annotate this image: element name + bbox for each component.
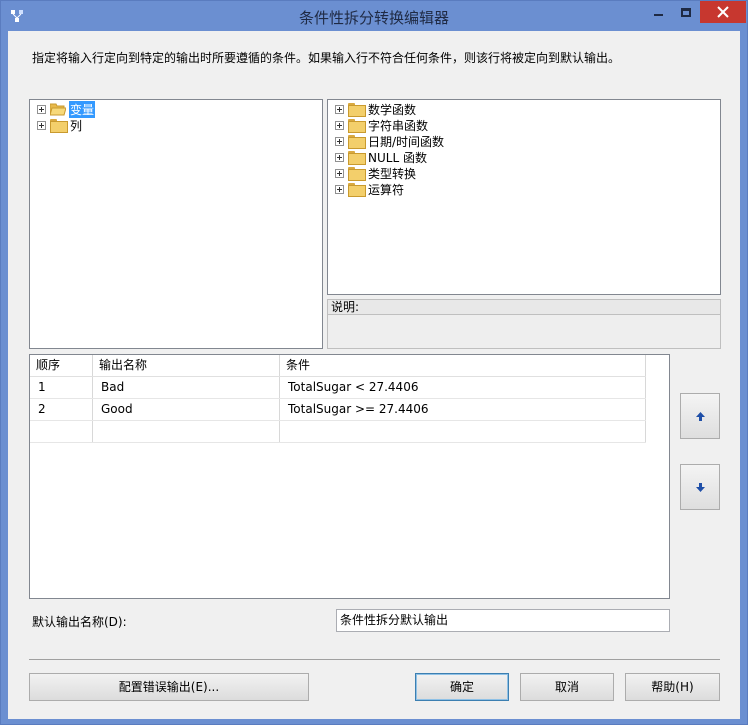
minimize-icon — [653, 14, 663, 16]
close-button[interactable] — [700, 1, 746, 23]
tree-node-datetime-functions[interactable]: 日期/时间函数 — [335, 133, 445, 149]
description-panel — [327, 315, 721, 349]
tree-node-label[interactable]: 变量 — [69, 100, 96, 118]
expand-icon[interactable] — [335, 104, 344, 114]
folder-icon — [348, 167, 366, 181]
output-name-cell[interactable]: Bad — [93, 377, 280, 398]
close-icon — [717, 6, 729, 18]
column-header-order[interactable]: 顺序 — [30, 355, 93, 376]
grid-header: 顺序 输出名称 条件 — [30, 355, 646, 377]
tree-node-label[interactable]: 运算符 — [367, 181, 405, 198]
variables-columns-tree[interactable]: 变量 列 — [29, 99, 323, 349]
ok-button[interactable]: 确定 — [415, 673, 509, 701]
dialog-client: 指定将输入行定向到特定的输出时所要遵循的条件。如果输入行不符合任何条件，则该行将… — [8, 31, 740, 719]
tree-node-string-functions[interactable]: 字符串函数 — [335, 117, 429, 133]
folder-icon — [348, 135, 366, 149]
tree-node-null-functions[interactable]: NULL 函数 — [335, 149, 428, 165]
expand-icon[interactable] — [335, 120, 344, 130]
tree-node-variables[interactable]: 变量 — [37, 100, 96, 118]
table-row[interactable]: 2 Good TotalSugar >= 27.4406 — [30, 399, 646, 421]
arrow-down-icon — [695, 482, 705, 492]
tree-node-type-casts[interactable]: 类型转换 — [335, 165, 417, 181]
open-folder-icon — [50, 103, 66, 115]
expand-icon[interactable] — [335, 136, 344, 146]
column-header-output-name[interactable]: 输出名称 — [93, 355, 280, 376]
folder-icon — [348, 119, 366, 133]
minimize-button[interactable] — [644, 1, 672, 23]
divider — [29, 659, 720, 660]
condition-cell[interactable]: TotalSugar < 27.4406 — [280, 377, 646, 398]
title-bar[interactable]: 条件性拆分转换编辑器 — [1, 1, 747, 31]
maximize-button[interactable] — [672, 1, 700, 23]
default-output-label: 默认输出名称(D): — [32, 615, 127, 629]
table-row[interactable]: 1 Bad TotalSugar < 27.4406 — [30, 377, 646, 399]
order-cell[interactable] — [30, 421, 93, 442]
tree-node-label[interactable]: 字符串函数 — [367, 117, 429, 134]
folder-icon — [348, 103, 366, 117]
default-output-name-input[interactable]: 条件性拆分默认输出 — [336, 609, 670, 632]
move-down-button[interactable] — [680, 464, 720, 510]
tree-node-label[interactable]: 类型转换 — [367, 165, 417, 182]
column-header-condition[interactable]: 条件 — [280, 355, 646, 376]
folder-icon — [50, 119, 68, 133]
folder-icon — [348, 183, 366, 197]
expand-icon[interactable] — [37, 120, 46, 130]
condition-cell[interactable] — [280, 421, 646, 442]
tree-node-label[interactable]: 数学函数 — [367, 101, 417, 118]
new-row[interactable] — [30, 421, 646, 443]
maximize-icon — [681, 7, 691, 17]
tree-node-label[interactable]: 列 — [69, 117, 83, 134]
condition-cell[interactable]: TotalSugar >= 27.4406 — [280, 399, 646, 420]
dialog-window: 条件性拆分转换编辑器 指定将输入行定向到特定的输出时所要遵循的条件。如果输入行不… — [0, 0, 748, 725]
configure-error-output-button[interactable]: 配置错误输出(E)... — [29, 673, 309, 701]
window-title: 条件性拆分转换编辑器 — [298, 9, 449, 27]
expand-icon[interactable] — [335, 152, 344, 162]
conditions-grid[interactable]: 顺序 输出名称 条件 1 Bad TotalSugar < 27.4406 2 … — [29, 354, 670, 599]
tree-node-columns[interactable]: 列 — [37, 117, 83, 133]
tree-node-label[interactable]: 日期/时间函数 — [367, 133, 445, 150]
tree-node-operators[interactable]: 运算符 — [335, 181, 405, 197]
folder-icon — [348, 151, 366, 165]
move-up-button[interactable] — [680, 393, 720, 439]
expand-icon[interactable] — [335, 184, 344, 194]
instructions-text: 指定将输入行定向到特定的输出时所要遵循的条件。如果输入行不符合任何条件，则该行将… — [32, 51, 621, 65]
expand-icon[interactable] — [37, 104, 46, 114]
output-name-cell[interactable] — [93, 421, 280, 442]
arrow-up-icon — [695, 411, 705, 421]
cancel-button[interactable]: 取消 — [520, 673, 614, 701]
order-cell[interactable]: 1 — [30, 377, 93, 398]
description-label: 说明: — [327, 299, 721, 315]
output-name-cell[interactable]: Good — [93, 399, 280, 420]
help-button[interactable]: 帮助(H) — [625, 673, 720, 701]
functions-tree[interactable]: 数学函数 字符串函数 日期/时间函数 NULL 函数 类型转换 运算符 — [327, 99, 721, 295]
tree-node-label[interactable]: NULL 函数 — [367, 149, 428, 166]
expand-icon[interactable] — [335, 168, 344, 178]
order-cell[interactable]: 2 — [30, 399, 93, 420]
tree-node-math-functions[interactable]: 数学函数 — [335, 101, 417, 117]
